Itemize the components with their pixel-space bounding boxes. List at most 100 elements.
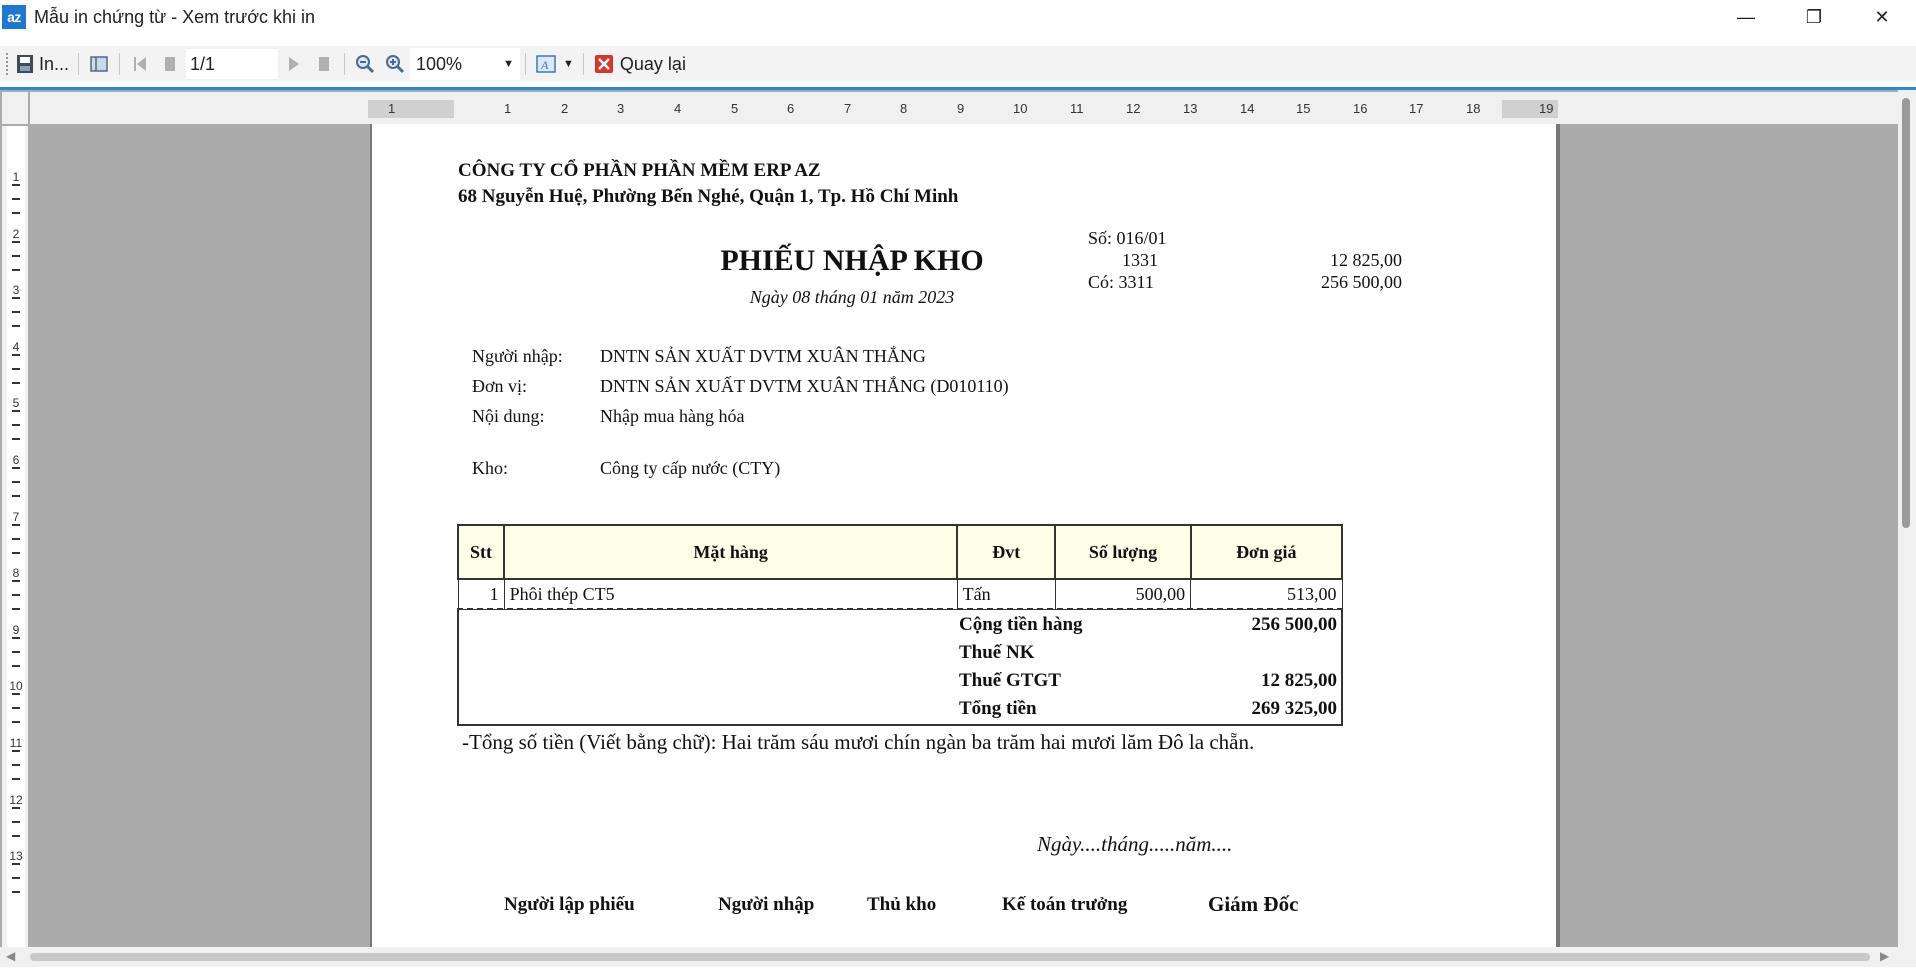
ruler-tick-label: 13 (1183, 101, 1198, 116)
next-page-button[interactable] (279, 49, 309, 79)
ruler-tick-mark (12, 891, 20, 894)
ruler-tick-label: 9 (957, 101, 965, 116)
app-logo-icon: az (2, 5, 26, 29)
close-window-button[interactable]: ✕ (1848, 0, 1916, 34)
vat-value: 12 825,00 (1261, 670, 1337, 691)
credit-amount: 256 500,00 (1321, 272, 1402, 292)
column-header: Đvt (956, 524, 1057, 580)
ruler-tick-mark (12, 750, 20, 752)
ruler-tick-mark (12, 523, 20, 526)
ruler-tick-label: 18 (1466, 101, 1481, 116)
goods-total-label: Cộng tiền hàng (959, 614, 1083, 635)
first-page-button[interactable] (125, 49, 155, 79)
ruler-tick-label: 15 (1296, 101, 1311, 116)
watermark-button[interactable]: A ▼ (531, 49, 578, 79)
ruler-tick-label: 19 (1539, 101, 1554, 116)
ruler-tick-mark (12, 551, 20, 554)
toolbar-separator (344, 53, 346, 75)
scroll-left-icon[interactable]: ◀ (6, 949, 15, 963)
zoom-select[interactable]: 100% ▼ (410, 48, 521, 80)
content-value: Nhập mua hàng hóa (600, 406, 745, 426)
vertical-scroll-thumb[interactable] (1902, 98, 1910, 528)
ruler-margin-left (368, 100, 454, 118)
close-red-icon (594, 55, 613, 73)
items-table: Stt Mặt hàng Đvt Số lượng Đơn giá 1 Phôi… (456, 524, 1344, 610)
ruler-tick-mark (12, 693, 20, 696)
horizontal-ruler: 1 1 2 3 4 5 6 7 8 9 10 11 12 13 14 15 16 17 18 19 (30, 92, 1900, 124)
ruler-tick-mark (12, 834, 20, 837)
ruler-tick-mark (12, 325, 20, 328)
page-setup-button[interactable] (84, 49, 114, 79)
ruler-tick-mark (12, 537, 20, 540)
next-page-icon (289, 57, 300, 71)
ruler-tick-label: 1 (12, 170, 20, 184)
column-header: Mặt hàng (503, 524, 959, 580)
back-button[interactable]: Quay lại (589, 49, 690, 79)
restore-button[interactable]: ❐ (1780, 0, 1848, 34)
unit-value: DNTN SẢN XUẤT DVTM XUÂN THẮNG (D010110) (600, 376, 1009, 396)
ruler-tick-mark (12, 721, 20, 724)
toolbar-separator (582, 53, 584, 75)
grand-total-label: Tổng tiền (959, 698, 1037, 719)
toolbar-separator (525, 53, 527, 75)
table-cell: 1 (457, 578, 505, 610)
company-address: 68 Nguyễn Huệ, Phường Bến Nghé, Quận 1, … (458, 186, 959, 207)
zoom-in-button[interactable] (380, 49, 410, 79)
zoom-out-button[interactable] (350, 49, 380, 79)
ruler-tick-mark (12, 580, 20, 583)
ruler-tick-mark (12, 311, 20, 314)
print-button[interactable]: In... (10, 49, 73, 79)
ruler-tick-label: 4 (12, 339, 20, 354)
content-label: Nội dung: (472, 406, 545, 426)
warehouse-value: Công ty cấp nước (CTY) (600, 458, 781, 478)
ruler-tick-label: 1 (504, 101, 512, 116)
print-button-label: In... (39, 53, 70, 74)
ruler-tick-label: 7 (844, 101, 852, 116)
chevron-down-icon[interactable]: ▼ (563, 58, 574, 70)
scroll-right-icon[interactable]: ▶ (1880, 949, 1889, 963)
importer-label: Người nhập: (472, 346, 563, 366)
horizontal-scroll-thumb[interactable] (30, 953, 1870, 961)
ruler-tick-label: 11 (9, 736, 23, 750)
document-number: Số: 016/01 (1088, 228, 1167, 248)
preview-viewer[interactable]: 1 1 2 3 4 5 6 7 8 9 10 11 12 13 14 15 16 17 18 19 123456789… (0, 90, 1916, 954)
vertical-ruler: 1 2 3 4 5 6 7 8 9 10 11 12 13 (2, 126, 28, 947)
ruler-tick-mark (12, 297, 20, 300)
signature-importer: Người nhập (718, 894, 815, 915)
horizontal-scrollbar[interactable]: ◀ ▶ (0, 947, 1916, 967)
ruler-tick-mark (12, 608, 20, 611)
ruler-tick-label: 17 (1409, 101, 1424, 116)
title-bar: az Mẫu in chứng từ - Xem trước khi in — … (0, 0, 1916, 34)
grand-total-value: 269 325,00 (1251, 698, 1338, 719)
minimize-button[interactable]: — (1712, 0, 1780, 34)
ruler-tick-mark (12, 198, 20, 200)
ruler-tick-mark (12, 764, 20, 766)
ruler-tick-label: 5 (12, 396, 20, 411)
importer-value: DNTN SẢN XUẤT DVTM XUÂN THẮNG (600, 346, 926, 366)
ruler-tick-mark (12, 806, 20, 809)
vertical-scrollbar[interactable] (1898, 90, 1916, 947)
ruler-tick-mark (12, 467, 20, 469)
ruler-tick-mark (12, 410, 20, 413)
table-cell: Phôi thép CT5 (503, 578, 958, 610)
ruler-tick-mark (12, 481, 20, 483)
page-number-input[interactable]: 1/1 (185, 48, 280, 80)
ruler-tick-label: 2 (561, 101, 569, 116)
document-date: Ngày 08 tháng 01 năm 2023 (749, 287, 955, 307)
ruler-tick-mark (12, 367, 20, 370)
document-title: PHIẾU NHẬP KHO (720, 244, 984, 277)
first-page-icon (134, 57, 147, 71)
previous-page-button[interactable] (155, 49, 185, 79)
last-page-button[interactable] (309, 49, 339, 79)
ruler-tick-label: 3 (12, 283, 20, 298)
ruler-tick-label: 10 (1013, 101, 1028, 116)
page-layout-icon (90, 56, 108, 72)
unit-label: Đơn vị: (472, 376, 528, 396)
amount-in-words: -Tổng số tiền (Viết bằng chữ): Hai trăm … (462, 730, 1255, 754)
warehouse-label: Kho: (472, 458, 508, 478)
table-cell: 513,00 (1190, 578, 1343, 610)
credit-account: Có: 3311 (1088, 272, 1154, 292)
vat-label: Thuế GTGT (959, 670, 1061, 691)
ruler-corner (2, 92, 28, 124)
ruler-tick-label: 1 (388, 101, 396, 116)
